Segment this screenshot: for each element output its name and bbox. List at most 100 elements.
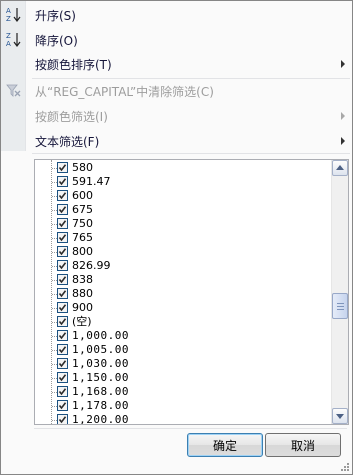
- list-item[interactable]: 600: [35, 189, 331, 203]
- list-item-label: 750: [72, 217, 93, 230]
- list-item[interactable]: 591.47: [35, 175, 331, 189]
- sort-descending-icon: Z A: [5, 31, 23, 49]
- item-checkbox[interactable]: [57, 246, 68, 257]
- item-checkbox[interactable]: [57, 260, 68, 271]
- chevron-down-icon: [336, 414, 344, 419]
- item-checkbox[interactable]: [57, 162, 68, 173]
- menu-separator: [32, 153, 350, 154]
- list-item[interactable]: 765: [35, 231, 331, 245]
- submenu-arrow-icon: [341, 112, 345, 120]
- menu-item-text-filter[interactable]: 文本筛选(F): [1, 130, 352, 152]
- list-item-label: 580: [72, 161, 93, 174]
- list-item[interactable]: 900: [35, 301, 331, 315]
- list-item[interactable]: 1,000.00: [35, 329, 331, 343]
- menu-item-sort-ascending[interactable]: A Z 升序(S): [1, 4, 352, 26]
- item-checkbox[interactable]: [57, 372, 68, 383]
- list-item[interactable]: 826.99: [35, 259, 331, 273]
- list-item[interactable]: 880: [35, 287, 331, 301]
- checkmark-icon: [58, 402, 67, 410]
- grip-line: [337, 309, 344, 310]
- list-item-label: 591.47: [72, 175, 111, 188]
- ok-button[interactable]: 确定: [187, 433, 263, 457]
- grip-line: [337, 303, 344, 304]
- list-item-label: 765: [72, 231, 93, 244]
- list-item[interactable]: 1,200.00: [35, 413, 331, 425]
- menu-item-sort-descending[interactable]: Z A 降序(O): [1, 29, 352, 51]
- checkmark-icon: [58, 304, 67, 312]
- checkmark-icon: [58, 248, 67, 256]
- list-item[interactable]: 750: [35, 217, 331, 231]
- submenu-arrow-icon: [341, 137, 345, 145]
- checkmark-icon: [58, 374, 67, 382]
- item-checkbox[interactable]: [57, 204, 68, 215]
- list-item[interactable]: 1,150.00: [35, 371, 331, 385]
- checkmark-icon: [58, 220, 67, 228]
- list-item[interactable]: 675: [35, 203, 331, 217]
- list-item[interactable]: (空): [35, 315, 331, 329]
- item-checkbox[interactable]: [57, 358, 68, 369]
- filter-value-rows: 580 591.47 600 675 750 765 800 826.99 838 880 900(…: [35, 160, 331, 424]
- list-item-label: 1,168.00: [72, 385, 129, 398]
- list-item[interactable]: 1,030.00: [35, 357, 331, 371]
- checkmark-icon: [58, 164, 67, 172]
- checkmark-icon: [58, 234, 67, 242]
- item-checkbox[interactable]: [57, 218, 68, 229]
- list-item[interactable]: 580: [35, 161, 331, 175]
- submenu-arrow-icon: [341, 60, 345, 68]
- list-item[interactable]: 1,168.00: [35, 385, 331, 399]
- checkmark-icon: [58, 388, 67, 396]
- item-checkbox[interactable]: [57, 386, 68, 397]
- list-item-label: 800: [72, 245, 93, 258]
- chevron-up-icon: [336, 165, 344, 170]
- checkmark-icon: [58, 332, 67, 340]
- item-checkbox[interactable]: [57, 414, 68, 424]
- menu-item-sort-by-color[interactable]: 按颜色排序(T): [1, 53, 352, 75]
- list-item[interactable]: 800: [35, 245, 331, 259]
- list-item-label: 1,000.00: [72, 329, 129, 342]
- filter-dropdown-menu: A Z 升序(S) Z A 降序(O) 按颜色排序(T) 从“REG_CAPIT…: [0, 0, 353, 475]
- list-item-label: 826.99: [72, 259, 111, 272]
- list-item-label: 600: [72, 189, 93, 202]
- clear-filter-icon: [5, 82, 23, 100]
- list-item-label: 675: [72, 203, 93, 216]
- cancel-button[interactable]: 取消: [265, 433, 341, 457]
- svg-text:Z: Z: [6, 32, 11, 40]
- list-item-label: 1,200.00: [72, 413, 129, 425]
- scroll-up-button[interactable]: [332, 160, 348, 176]
- item-checkbox[interactable]: [57, 232, 68, 243]
- item-checkbox[interactable]: [57, 316, 68, 327]
- menu-item-label: 升序(S): [35, 9, 76, 23]
- svg-text:A: A: [6, 40, 11, 48]
- checkmark-icon: [58, 416, 67, 424]
- list-item[interactable]: 1,005.00: [35, 343, 331, 357]
- item-checkbox[interactable]: [57, 400, 68, 411]
- sort-ascending-icon: A Z: [5, 6, 23, 24]
- list-item[interactable]: 1,178.00: [35, 399, 331, 413]
- footer-separator: [34, 428, 347, 429]
- menu-item-label: 文本筛选(F): [35, 135, 100, 149]
- scrollbar-thumb[interactable]: [332, 293, 348, 319]
- item-checkbox[interactable]: [57, 176, 68, 187]
- list-scrollbar[interactable]: [331, 160, 348, 424]
- svg-text:A: A: [6, 7, 11, 15]
- checkmark-icon: [58, 276, 67, 284]
- list-item-label: 1,005.00: [72, 343, 129, 356]
- item-checkbox[interactable]: [57, 344, 68, 355]
- list-item-label: 838: [72, 273, 93, 286]
- checkmark-icon: [58, 346, 67, 354]
- item-checkbox[interactable]: [57, 190, 68, 201]
- item-checkbox[interactable]: [57, 330, 68, 341]
- resize-grip-icon[interactable]: [340, 462, 350, 472]
- item-checkbox[interactable]: [57, 302, 68, 313]
- item-checkbox[interactable]: [57, 288, 68, 299]
- list-item-label: 1,030.00: [72, 357, 129, 370]
- item-checkbox[interactable]: [57, 274, 68, 285]
- list-item[interactable]: 838: [35, 273, 331, 287]
- menu-item-clear-filter: 从“REG_CAPITAL”中清除筛选(C): [1, 80, 352, 102]
- scroll-down-button[interactable]: [332, 408, 348, 424]
- grip-line: [337, 306, 344, 307]
- checkmark-icon: [58, 290, 67, 298]
- checkmark-icon: [58, 318, 67, 326]
- menu-item-label: 降序(O): [35, 34, 78, 48]
- filter-value-list[interactable]: 580 591.47 600 675 750 765 800 826.99 838 880 900(…: [34, 159, 349, 425]
